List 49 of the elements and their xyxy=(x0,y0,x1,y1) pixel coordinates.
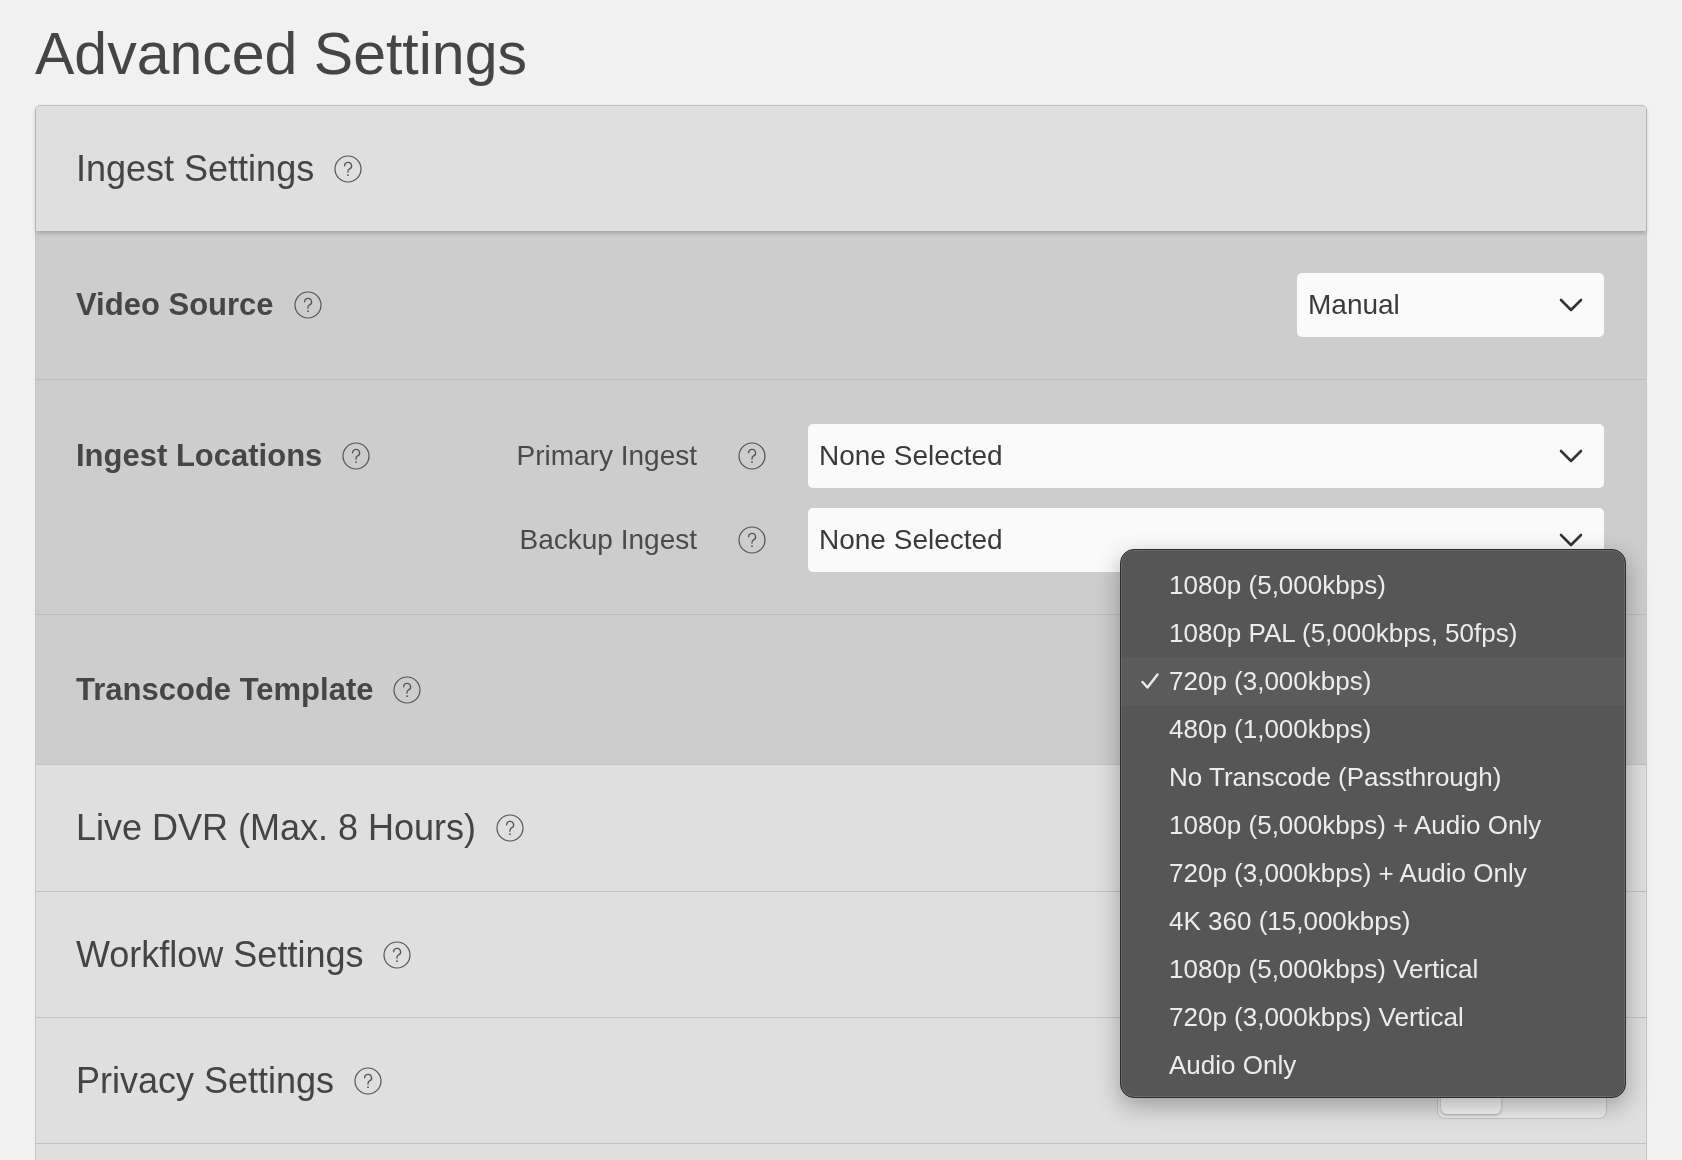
section-title[interactable]: Privacy Settings xyxy=(76,1058,335,1103)
menu-option[interactable]: 480p (1,000kbps) xyxy=(1121,705,1625,753)
option-label: 1080p (5,000kbps) + Audio Only xyxy=(1169,809,1542,841)
option-label: 720p (3,000kbps) xyxy=(1169,665,1372,697)
field-label: Backup Ingest xyxy=(519,523,697,557)
setting-label: Ingest Locations xyxy=(76,437,323,475)
help-icon[interactable] xyxy=(393,675,422,704)
option-label: 4K 360 (15,000kbps) xyxy=(1169,905,1411,937)
menu-option[interactable]: 720p (3,000kbps) xyxy=(1121,657,1625,705)
option-label: 480p (1,000kbps) xyxy=(1169,713,1372,745)
menu-option[interactable]: 720p (3,000kbps) + Audio Only xyxy=(1121,849,1625,897)
menu-option[interactable]: 1080p (5,000kbps) + Audio Only xyxy=(1121,801,1625,849)
menu-option[interactable]: 1080p PAL (5,000kbps, 50fps) xyxy=(1121,609,1625,657)
field-label: Primary Ingest xyxy=(516,439,697,473)
setting-label: Transcode Template xyxy=(76,670,374,709)
section-title[interactable]: Workflow Settings xyxy=(76,932,364,977)
menu-option[interactable]: No Transcode (Passthrough) xyxy=(1121,753,1625,801)
option-label: Audio Only xyxy=(1169,1049,1297,1081)
menu-option[interactable]: Audio Only xyxy=(1121,1041,1625,1089)
menu-option[interactable]: 4K 360 (15,000kbps) xyxy=(1121,897,1625,945)
menu-option[interactable]: 720p (3,000kbps) Vertical xyxy=(1121,993,1625,1041)
help-icon[interactable] xyxy=(293,291,322,319)
help-icon[interactable] xyxy=(738,526,766,554)
dropdown-value: Manual xyxy=(1308,288,1400,322)
help-icon[interactable] xyxy=(383,940,412,969)
page-title: Advanced Settings xyxy=(35,20,527,88)
dropdown-value: None Selected xyxy=(819,523,1003,557)
section-title[interactable]: Ingest Settings xyxy=(76,146,315,191)
chevron-down-icon xyxy=(1559,298,1583,312)
option-label: 720p (3,000kbps) Vertical xyxy=(1169,1001,1464,1033)
setting-label: Video Source xyxy=(76,286,274,324)
dropdown[interactable]: Manual xyxy=(1297,273,1604,337)
check-icon xyxy=(1140,671,1160,691)
help-icon[interactable] xyxy=(738,442,766,470)
help-icon[interactable] xyxy=(496,814,525,842)
section-title[interactable]: Live DVR (Max. 8 Hours) xyxy=(76,806,477,850)
chevron-down-icon xyxy=(1559,449,1583,463)
help-icon[interactable] xyxy=(342,442,371,470)
chevron-down-icon xyxy=(1559,533,1583,547)
option-label: 1080p (5,000kbps) xyxy=(1169,569,1386,601)
dropdown-value: None Selected xyxy=(819,439,1003,473)
option-label: 720p (3,000kbps) + Audio Only xyxy=(1169,857,1527,889)
option-label: 1080p PAL (5,000kbps, 50fps) xyxy=(1169,617,1518,649)
option-label: 1080p (5,000kbps) Vertical xyxy=(1169,953,1479,985)
option-label: No Transcode (Passthrough) xyxy=(1169,761,1502,793)
help-icon[interactable] xyxy=(334,154,363,183)
help-icon[interactable] xyxy=(354,1066,383,1095)
dropdown[interactable]: None Selected xyxy=(808,424,1604,488)
menu-option[interactable]: 1080p (5,000kbps) Vertical xyxy=(1121,945,1625,993)
